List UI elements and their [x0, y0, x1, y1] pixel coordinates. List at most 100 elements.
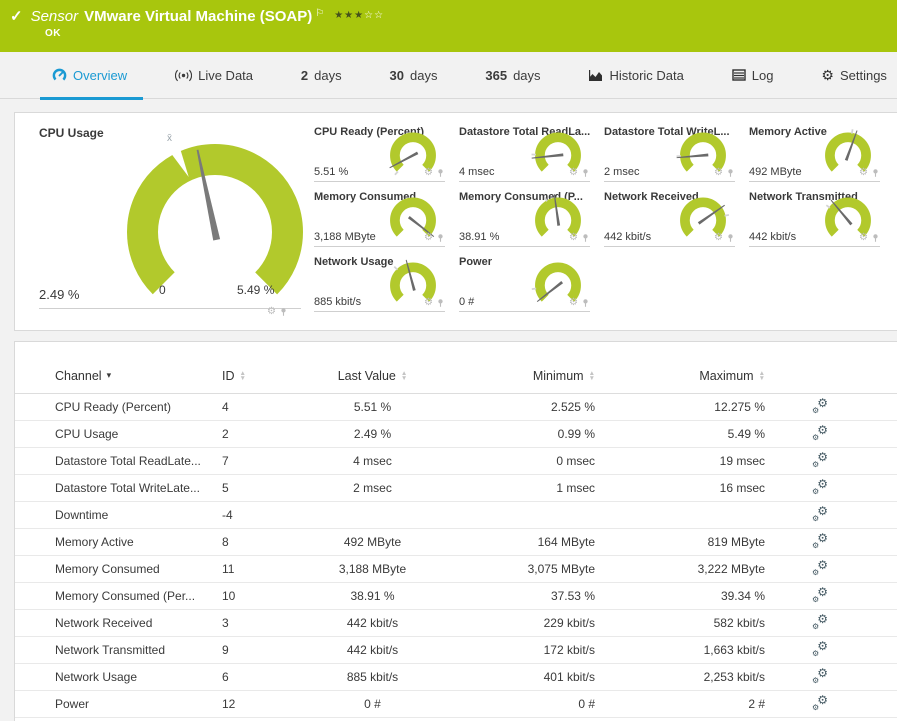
channel-settings-icon[interactable]: ⚙ ⚙: [812, 666, 828, 685]
gear-icon[interactable]: ⚙: [569, 168, 578, 178]
stars-filled[interactable]: ★★★: [334, 10, 364, 21]
tab-live-data[interactable]: Live Data: [171, 52, 257, 99]
channel-settings-icon[interactable]: ⚙ ⚙: [812, 477, 828, 496]
table-row[interactable]: Network Usage 6 885 kbit/s 401 kbit/s 2,…: [15, 664, 897, 691]
channel-name[interactable]: Network Usage: [55, 670, 220, 684]
gear-icon[interactable]: ⚙: [267, 306, 276, 317]
main-gauge-tile[interactable]: CPU Usage x̄ 2.49 % 0 5.49 % ⚙: [15, 113, 335, 332]
pin-icon[interactable]: [726, 233, 735, 243]
gear-icon[interactable]: ⚙: [859, 233, 868, 243]
sort-icon: ▲ ▼: [758, 369, 765, 382]
last-value: 4 msec: [353, 454, 392, 468]
gear-icon[interactable]: ⚙: [424, 298, 433, 308]
gauge-tile-datastore-write[interactable]: Datastore Total WriteL... 2 msec ⚙: [604, 126, 735, 182]
channel-settings-icon[interactable]: ⚙ ⚙: [812, 396, 828, 415]
priority-stars[interactable]: ★★★☆☆: [334, 10, 384, 21]
gear-icon[interactable]: ⚙: [569, 233, 578, 243]
gauge-tile-network-received[interactable]: Network Received 442 kbit/s ⚙: [604, 191, 735, 247]
sort-icon: ▲ ▼: [239, 369, 246, 382]
gear-icon[interactable]: ⚙: [714, 233, 723, 243]
channel-settings-icon[interactable]: ⚙ ⚙: [812, 504, 828, 523]
pin-icon[interactable]: [436, 168, 445, 178]
tab-overview[interactable]: Overview: [39, 52, 144, 100]
channel-settings-icon[interactable]: ⚙ ⚙: [812, 531, 828, 550]
table-row[interactable]: Datastore Total WriteLate... 5 2 msec 1 …: [15, 475, 897, 502]
pin-icon[interactable]: [436, 233, 445, 243]
channel-settings-icon[interactable]: ⚙ ⚙: [812, 693, 828, 712]
tab-historic-data[interactable]: Historic Data: [584, 52, 687, 99]
pin-icon[interactable]: [726, 168, 735, 178]
channel-name[interactable]: Memory Consumed: [55, 562, 220, 576]
table-row[interactable]: Network Received 3 442 kbit/s 229 kbit/s…: [15, 610, 897, 637]
gear-icon[interactable]: ⚙: [569, 298, 578, 308]
gauge-tile-memory-consumed-percent[interactable]: Memory Consumed (P... 38.91 % ⚙: [459, 191, 590, 247]
channel-settings-icon[interactable]: ⚙ ⚙: [812, 423, 828, 442]
gear-icon[interactable]: ⚙: [424, 168, 433, 178]
channel-name[interactable]: Memory Consumed (Per...: [55, 589, 220, 603]
tab-log[interactable]: Log: [728, 52, 778, 99]
table-row[interactable]: Power 12 0 # 0 # 2 # ⚙ ⚙: [15, 691, 897, 718]
gauge-tile-cpu-ready[interactable]: CPU Ready (Percent) 5.51 % ⚙: [314, 126, 445, 182]
gear-icon[interactable]: ⚙: [859, 168, 868, 178]
pin-icon[interactable]: [436, 298, 445, 308]
gauge-tile-datastore-read[interactable]: Datastore Total ReadLa... 4 msec ⚙: [459, 126, 590, 182]
tab-2-days[interactable]: 2 days: [297, 52, 346, 99]
gauge-tile-network-usage[interactable]: Network Usage 885 kbit/s ⚙: [314, 256, 445, 312]
table-row[interactable]: CPU Ready (Percent) 4 5.51 % 2.525 % 12.…: [15, 394, 897, 421]
table-row[interactable]: Network Transmitted 9 442 kbit/s 172 kbi…: [15, 637, 897, 664]
sort-icon: ▾: [106, 370, 112, 380]
flag-icon[interactable]: ⚐: [315, 8, 324, 19]
channel-settings-icon[interactable]: ⚙ ⚙: [812, 639, 828, 658]
pin-icon[interactable]: [871, 233, 880, 243]
gauge-tile-power[interactable]: Power 0 # ⚙: [459, 256, 590, 312]
pin-icon[interactable]: [871, 168, 880, 178]
channel-settings-icon[interactable]: ⚙ ⚙: [812, 585, 828, 604]
gauge-tile-network-transmitted[interactable]: Network Transmitted 442 kbit/s ⚙: [749, 191, 880, 247]
table-row[interactable]: Memory Consumed 11 3,188 MByte 3,075 MBy…: [15, 556, 897, 583]
channel-name[interactable]: Downtime: [55, 508, 220, 522]
channel-name[interactable]: Power: [55, 697, 220, 711]
gauge-tile-memory-consumed[interactable]: Memory Consumed 3,188 MByte ⚙: [314, 191, 445, 247]
average-marker: x̄: [167, 133, 172, 144]
minimum-value: 2.525 %: [550, 400, 595, 414]
table-row[interactable]: Datastore Total ReadLate... 7 4 msec 0 m…: [15, 448, 897, 475]
last-value: 38.91 %: [350, 589, 395, 603]
column-header-maximum[interactable]: Maximum ▲ ▼: [595, 369, 765, 383]
channel-name[interactable]: CPU Ready (Percent): [55, 400, 220, 414]
maximum-value: 12.275 %: [714, 400, 765, 414]
small-gauges-grid: CPU Ready (Percent) 5.51 % ⚙ Datastore T…: [314, 126, 880, 312]
channel-name[interactable]: Datastore Total ReadLate...: [55, 454, 220, 468]
channel-name[interactable]: Network Received: [55, 616, 220, 630]
gear-icon[interactable]: ⚙: [714, 168, 723, 178]
pin-icon[interactable]: [279, 307, 288, 317]
table-row[interactable]: Memory Active 8 492 MByte 164 MByte 819 …: [15, 529, 897, 556]
tab-365-days[interactable]: 365 days: [481, 52, 544, 99]
tab-settings[interactable]: ⚙ Settings: [817, 52, 891, 99]
tab-30-days[interactable]: 30 days: [386, 52, 442, 99]
column-header-last-value[interactable]: Last Value ▲ ▼: [305, 369, 440, 383]
pin-icon[interactable]: [581, 233, 590, 243]
stars-empty[interactable]: ☆☆: [364, 10, 384, 21]
minimum-value: 1 msec: [556, 481, 595, 495]
gear-icon[interactable]: ⚙: [424, 233, 433, 243]
channel-settings-icon[interactable]: ⚙ ⚙: [812, 558, 828, 577]
table-row[interactable]: Downtime -4 ⚙ ⚙: [15, 502, 897, 529]
maximum-value: 1,663 kbit/s: [703, 643, 765, 657]
channel-name[interactable]: Datastore Total WriteLate...: [55, 481, 220, 495]
column-header-id[interactable]: ID ▲ ▼: [220, 369, 305, 383]
table-row[interactable]: Memory Consumed (Per... 10 38.91 % 37.53…: [15, 583, 897, 610]
channel-name[interactable]: CPU Usage: [55, 427, 220, 441]
pin-icon[interactable]: [581, 168, 590, 178]
gauge-tile-memory-active[interactable]: Memory Active 492 MByte ⚙: [749, 126, 880, 182]
channel-name[interactable]: Network Transmitted: [55, 643, 220, 657]
table-row[interactable]: CPU Usage 2 2.49 % 0.99 % 5.49 % ⚙ ⚙: [15, 421, 897, 448]
channel-id: -4: [222, 508, 233, 522]
channel-settings-icon[interactable]: ⚙ ⚙: [812, 612, 828, 631]
minimum-value: 3,075 MByte: [527, 562, 595, 576]
column-header-minimum[interactable]: Minimum ▲ ▼: [440, 369, 595, 383]
tab-label: Settings: [839, 67, 887, 83]
channel-name[interactable]: Memory Active: [55, 535, 220, 549]
column-header-channel[interactable]: Channel ▾: [55, 369, 220, 383]
channel-settings-icon[interactable]: ⚙ ⚙: [812, 450, 828, 469]
pin-icon[interactable]: [581, 298, 590, 308]
